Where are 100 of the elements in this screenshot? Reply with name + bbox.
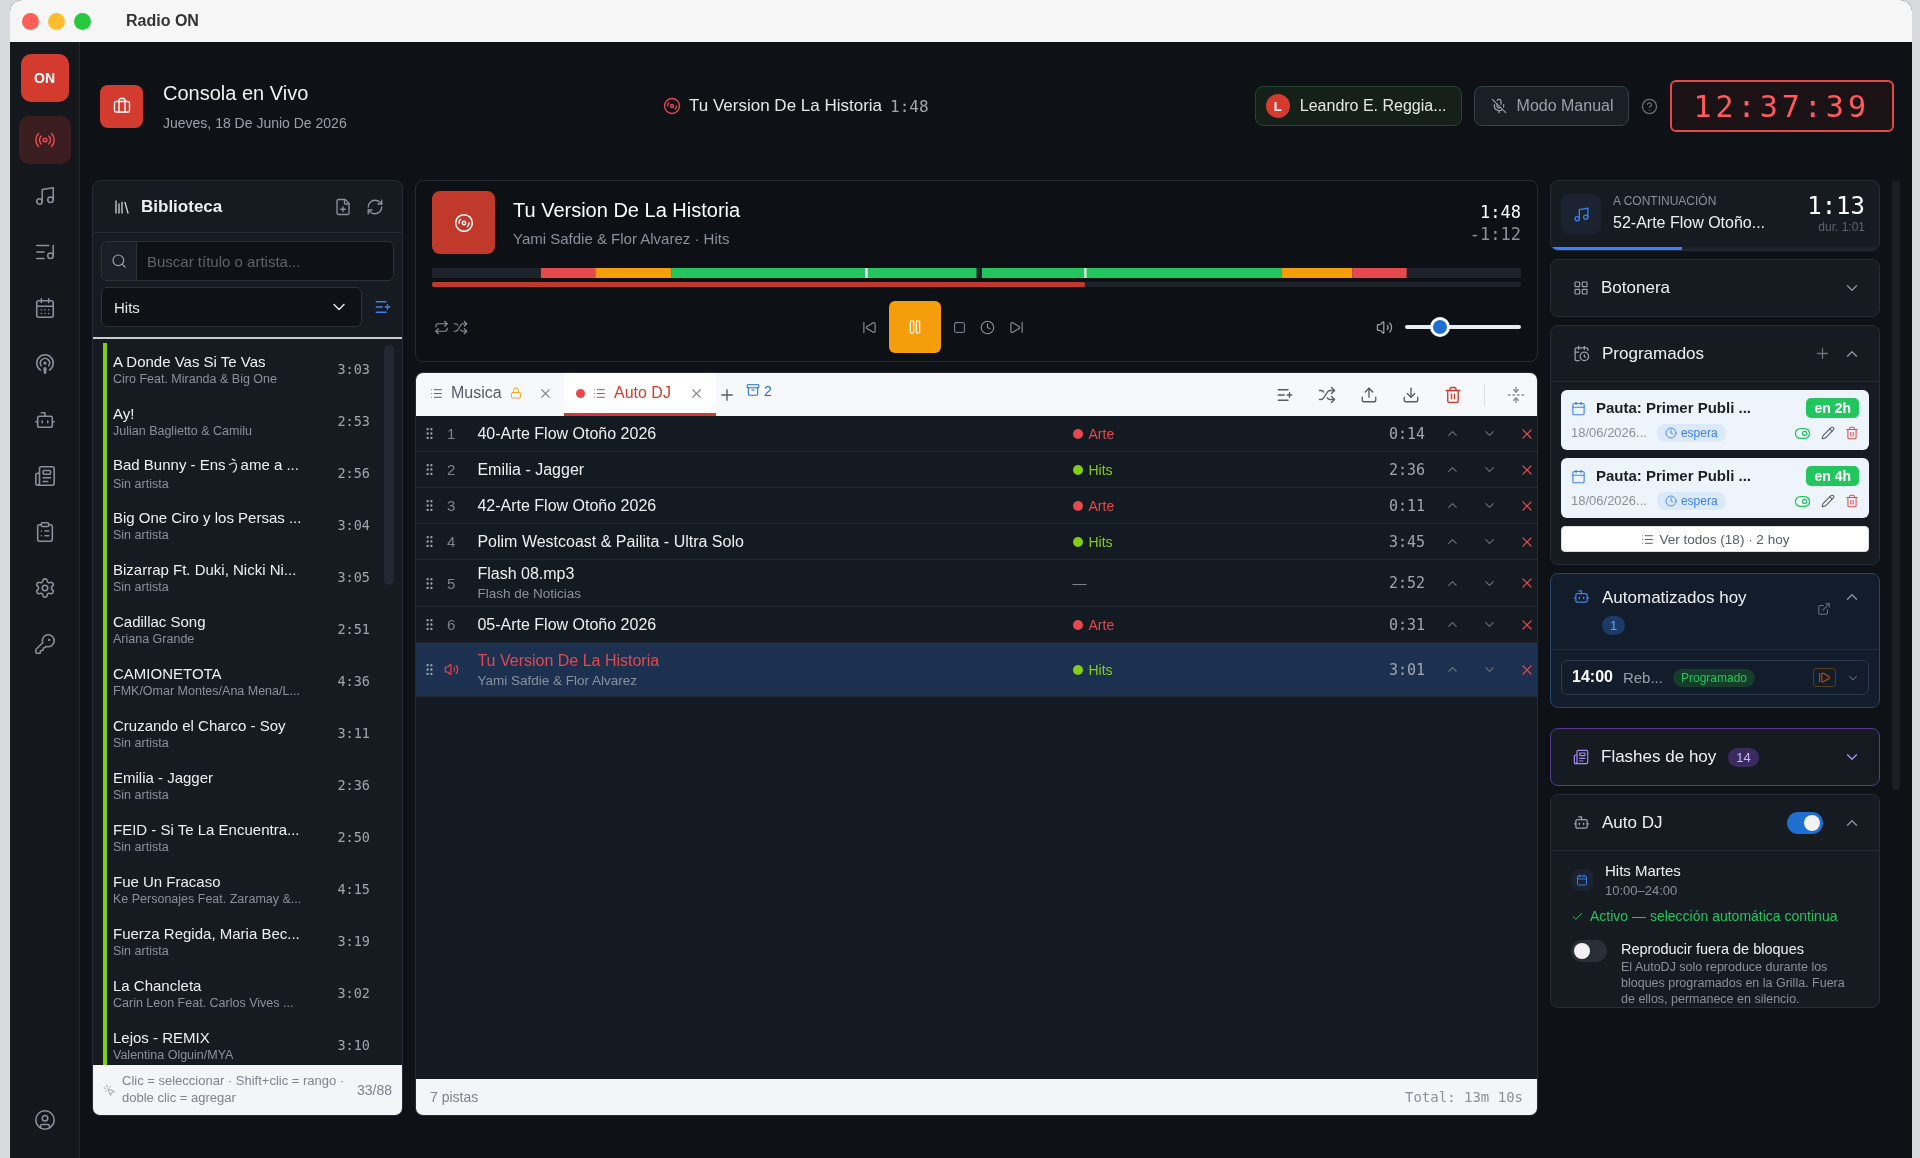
automation-title: Reb...: [1622, 667, 1663, 688]
external-link-icon[interactable]: [1817, 602, 1831, 616]
news-icon: [33, 465, 56, 487]
playlist-row[interactable]: 4 Polim Westcoast & Pailita - Ultra Solo Hits 3:45: [416, 524, 1537, 560]
countdown: 1:13: [1807, 192, 1865, 221]
manual-mode-button[interactable]: Modo Manual: [1473, 86, 1629, 126]
library-icon: [113, 197, 131, 216]
search-field[interactable]: Buscar título o artista...: [101, 241, 394, 281]
library-item[interactable]: Bad Bunny - Ensうame a ... Sin artista 2:56: [103, 447, 370, 499]
scheduled-card[interactable]: Pauta: Primer Publi ... en 4h 18/06/2026... espera: [1561, 458, 1869, 518]
option-label: Reproducir fuera de bloques: [1621, 939, 1805, 959]
mode-label: Modo Manual: [1516, 97, 1614, 115]
track-duration: 4:15: [337, 881, 370, 897]
status-badge: Programado: [1672, 668, 1755, 687]
delete-icon: [1444, 385, 1462, 404]
category-label: Arte: [1088, 616, 1115, 633]
scheduled-date: 18/06/2026...: [1571, 492, 1647, 510]
library-item[interactable]: Cruzando el Charco - Soy Sin artista 3:11: [103, 707, 370, 759]
section-title: Automatizados hoy: [1602, 588, 1748, 608]
calendar-icon: [33, 297, 56, 319]
autodj-switch[interactable]: [1787, 811, 1823, 834]
category-label: Arte: [1088, 497, 1115, 514]
help-icon[interactable]: [1640, 97, 1658, 115]
track-name: Emilia - Jagger: [113, 768, 215, 786]
playlist-tab[interactable]: Musica: [418, 373, 564, 416]
playlist-row[interactable]: 5 Flash 08.mp3 Flash de Noticias — 2:52: [416, 560, 1537, 607]
previous-icon: [862, 319, 877, 335]
progress-bar[interactable]: [432, 282, 1521, 287]
track-artist: Sin artista: [113, 943, 170, 958]
window-title: Radio ON: [126, 12, 199, 30]
stop-icon: [953, 320, 966, 334]
track-name: Lejos - REMIX: [113, 1028, 211, 1046]
user-avatar: L: [1265, 94, 1290, 118]
library-item[interactable]: CAMIONETOTA FMK/Omar Montes/Ana Mena/L... 4:36: [103, 655, 370, 707]
refresh-icon: [366, 197, 384, 216]
disc-icon: [453, 212, 474, 233]
close-button[interactable]: [22, 12, 39, 30]
user-button[interactable]: L Leandro E. Reggia...: [1254, 86, 1462, 126]
automation-row[interactable]: 14:00 Reb... Programado: [1561, 660, 1869, 695]
add-icon[interactable]: [1814, 345, 1831, 362]
library-item[interactable]: FEID - Si Te La Encuentra... Sin artista 2:50: [103, 811, 370, 863]
track-artist: Sin artista: [113, 839, 170, 854]
playlist-tab[interactable]: Auto DJ: [564, 373, 716, 416]
category-label: —: [1072, 575, 1087, 591]
library-item[interactable]: Ay! Julian Baglietto & Camilu 2:53: [103, 395, 370, 447]
autodj-status: Activo — selección automática continua: [1590, 907, 1838, 926]
library-item[interactable]: Big One Ciro y los Persas ... Sin artista 3:04: [103, 499, 370, 551]
speaker-icon: [443, 662, 459, 677]
live-dot: [576, 388, 585, 398]
playlist-row[interactable]: Tu Version De La Historia Yami Safdie & Flor Alvarez Hits 3:01: [416, 643, 1537, 697]
edit-icon[interactable]: [1821, 494, 1835, 508]
view-all-button[interactable]: Ver todos (18) · 2 hoy: [1561, 526, 1869, 552]
shuffle-icon: [1318, 385, 1336, 404]
library-item[interactable]: A Donde Vas Si Te Vas Ciro Feat. Miranda & Big One 3:03: [103, 343, 370, 395]
time-badge: en 4h: [1806, 466, 1859, 486]
pointer-click-icon: [103, 1083, 116, 1097]
track-duration: 3:05: [337, 569, 370, 585]
playlist-row[interactable]: 2 Emilia - Jagger Hits 2:36: [416, 452, 1537, 488]
calendar-clock-icon: [1573, 345, 1590, 362]
library-item[interactable]: Fue Un Fracaso Ke Personajes Feat. Zaramay &... 4:15: [103, 863, 370, 915]
scheduled-card[interactable]: Pauta: Primer Publi ... en 2h 18/06/2026... espera: [1561, 390, 1869, 450]
playlist-row[interactable]: 1 40-Arte Flow Otoño 2026 Arte 0:14: [416, 416, 1537, 452]
volume-slider[interactable]: [1405, 317, 1521, 337]
row-number: 4: [446, 533, 457, 550]
next-title: 52-Arte Flow Otoño...: [1613, 212, 1767, 233]
archive-button[interactable]: 2: [738, 373, 780, 416]
panel-title: Biblioteca: [141, 196, 224, 217]
option-switch[interactable]: [1571, 939, 1607, 962]
edit-icon[interactable]: [1821, 426, 1835, 440]
row-duration: 0:11: [1387, 496, 1426, 515]
status-chip: espera: [1656, 492, 1726, 510]
skip-button[interactable]: [1813, 668, 1836, 687]
next-label: A CONTINUACIÓN: [1613, 194, 1718, 210]
robot-icon: [1573, 588, 1590, 605]
next-duration: dur. 1:01: [1818, 220, 1865, 236]
track-duration: 4:36: [337, 673, 370, 689]
track-title: Tu Version De La Historia: [513, 197, 742, 223]
delete-icon[interactable]: [1845, 426, 1859, 440]
broadcast-icon: [33, 353, 56, 375]
volume-icon: [1376, 318, 1393, 336]
category-label: Hits: [1088, 661, 1113, 678]
track-artist: Sin artista: [113, 787, 170, 802]
archive-icon: [746, 383, 760, 397]
option-description: El AutoDJ solo reproduce durante los bloques programados en la Grilla. Fuera de ellos, permanece en silencio.: [1621, 960, 1846, 1008]
library-item[interactable]: Emilia - Jagger Sin artista 2:36: [103, 759, 370, 811]
delete-icon[interactable]: [1845, 494, 1859, 508]
nav-button[interactable]: [18, 116, 71, 164]
track-duration: 3:19: [337, 933, 370, 949]
playlist-row[interactable]: 3 42-Arte Flow Otoño 2026 Arte 0:11: [416, 488, 1537, 524]
music-note-icon: [33, 185, 56, 207]
track-artist: Julian Baglietto & Camilu: [113, 423, 253, 438]
library-item[interactable]: Fuerza Regida, Maria Bec... Sin artista 3:19: [103, 915, 370, 967]
scheduled-date: 18/06/2026...: [1571, 424, 1647, 442]
library-item[interactable]: Cadillac Song Ariana Grande 2:51: [103, 603, 370, 655]
track-count: 7 pistas: [430, 1087, 479, 1107]
category-select[interactable]: Hits: [101, 287, 362, 327]
row-duration: 0:14: [1387, 424, 1426, 443]
library-item[interactable]: Bizarrap Ft. Duki, Nicki Ni... Sin artista 3:05: [103, 551, 370, 603]
library-item[interactable]: La Chancleta Carin Leon Feat. Carlos Vives ... 3:02: [103, 967, 370, 1019]
search-input[interactable]: Buscar título o artista...: [137, 242, 393, 280]
